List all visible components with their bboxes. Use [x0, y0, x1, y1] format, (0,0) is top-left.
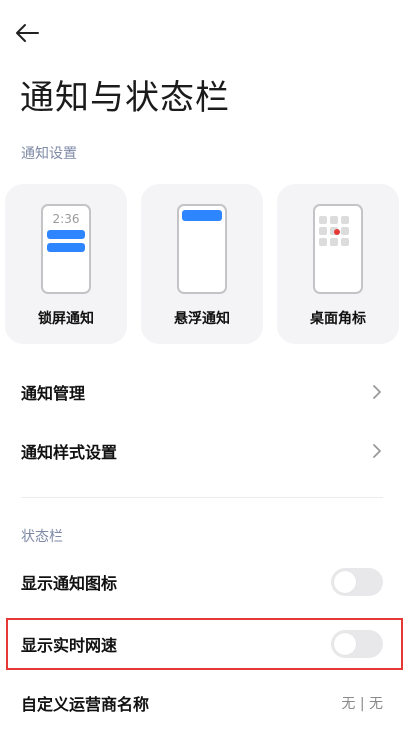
notification-bar-2	[47, 243, 85, 252]
phone-illustration	[177, 204, 227, 294]
section-label-status-bar: 状态栏	[21, 529, 63, 545]
card-label: 桌面角标	[310, 311, 366, 327]
toggle-show-notification-icons[interactable]	[331, 568, 383, 596]
app-icon	[330, 216, 338, 224]
arrow-left-icon	[16, 24, 39, 42]
row-label: 自定义运营商名称	[21, 695, 150, 714]
carrier-name-value: 无 | 无	[341, 696, 383, 712]
row-label: 显示通知图标	[21, 574, 118, 593]
highlight-box	[6, 618, 403, 670]
phone-illustration: 2:36	[41, 204, 91, 294]
phone-illustration	[313, 204, 363, 294]
app-icon	[319, 238, 327, 246]
row-label: 通知管理	[21, 384, 86, 403]
chevron-right-icon	[373, 385, 381, 399]
floating-notification-bar	[182, 210, 222, 221]
card-label: 悬浮通知	[174, 311, 230, 327]
lockscreen-time: 2:36	[52, 212, 80, 226]
back-button[interactable]	[14, 18, 54, 48]
app-icon	[319, 227, 327, 235]
chevron-right-icon	[373, 444, 381, 458]
card-lock-screen-notification[interactable]: 2:36 锁屏通知	[5, 184, 127, 344]
toggle-knob	[334, 571, 356, 593]
divider	[21, 497, 383, 498]
card-floating-notification[interactable]: 悬浮通知	[141, 184, 263, 344]
card-desktop-badge[interactable]: 桌面角标	[277, 184, 399, 344]
badge-dot-icon	[334, 229, 340, 235]
app-icon	[341, 238, 349, 246]
app-icon	[341, 227, 349, 235]
row-notification-management[interactable]: 通知管理	[0, 364, 413, 420]
row-notification-style-settings[interactable]: 通知样式设置	[0, 423, 413, 479]
row-label: 通知样式设置	[21, 443, 118, 462]
app-icon	[330, 238, 338, 246]
card-label: 锁屏通知	[38, 311, 94, 327]
row-custom-carrier-name[interactable]: 自定义运营商名称 无 | 无	[0, 675, 413, 731]
page-title: 通知与状态栏	[20, 78, 230, 118]
notification-bar-1	[47, 230, 85, 239]
row-show-notification-icons[interactable]: 显示通知图标	[0, 554, 413, 610]
app-icon	[319, 216, 327, 224]
section-label-notification-settings: 通知设置	[21, 146, 77, 162]
app-icon	[341, 216, 349, 224]
